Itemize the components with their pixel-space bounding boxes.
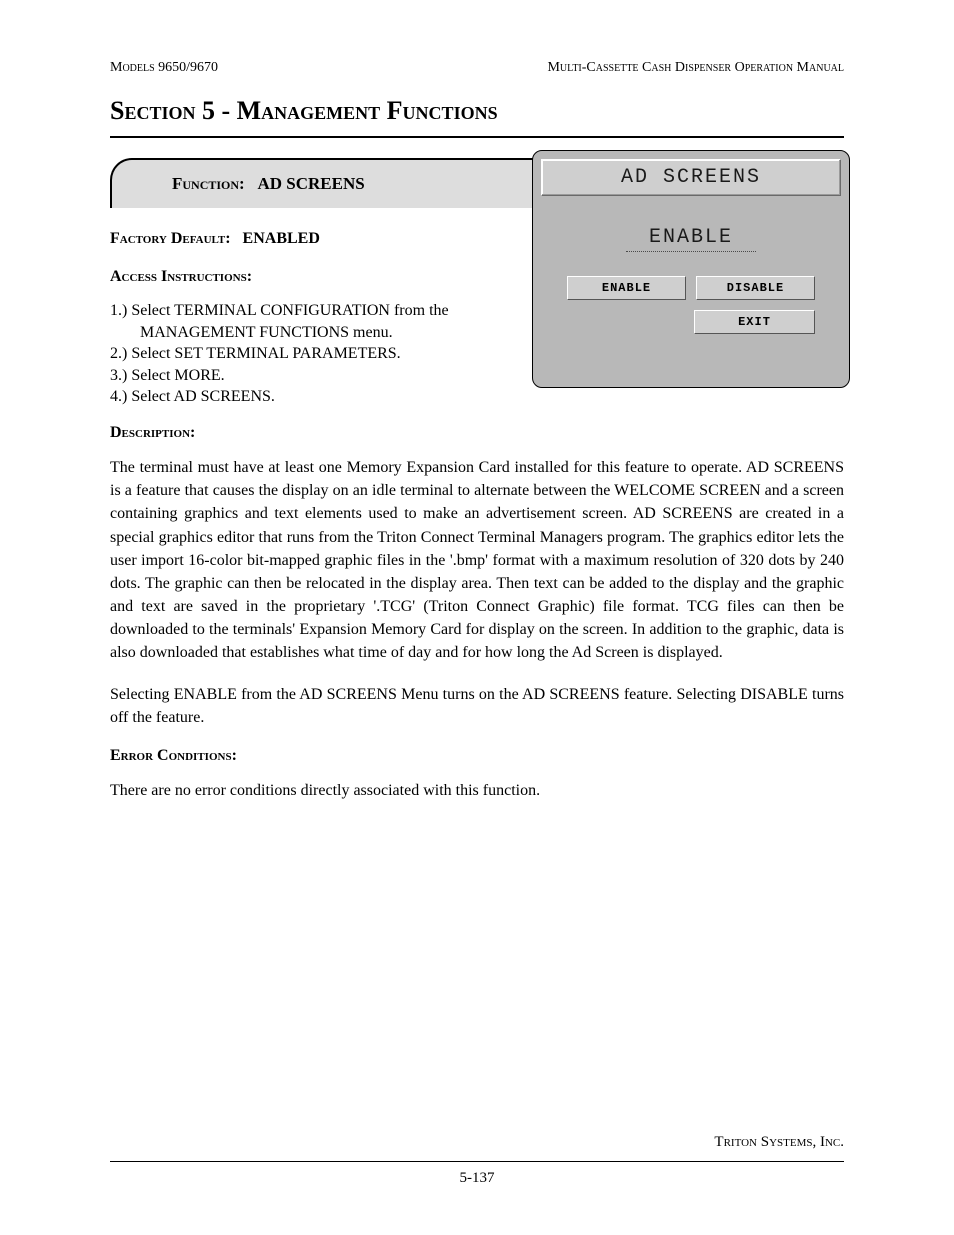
error-conditions-text: There are no error conditions directly a… (110, 779, 844, 802)
description-label: Description: (110, 424, 195, 441)
function-label: Function: (172, 174, 245, 193)
header-left: Models 9650/9670 (110, 60, 218, 76)
footer-page-number: 5-137 (110, 1170, 844, 1187)
description-paragraph-2: Selecting ENABLE from the AD SCREENS Men… (110, 683, 844, 729)
step-2: 2.) Select SET TERMINAL PARAMETERS. (110, 343, 510, 365)
function-name: AD SCREENS (257, 174, 364, 193)
access-instructions-label: Access Instructions: (110, 268, 252, 285)
factory-default-value: ENABLED (243, 230, 320, 247)
step-1: 1.) Select TERMINAL CONFIGURATION from t… (110, 300, 510, 343)
steps-list: 1.) Select TERMINAL CONFIGURATION from t… (110, 300, 510, 408)
description-paragraph-1: The terminal must have at least one Memo… (110, 456, 844, 665)
step-3: 3.) Select MORE. (110, 365, 510, 387)
factory-default-label: Factory Default: (110, 230, 231, 247)
terminal-disable-button[interactable]: DISABLE (696, 276, 815, 300)
terminal-enable-button[interactable]: ENABLE (567, 276, 686, 300)
header-right: Multi-Cassette Cash Dispenser Operation … (547, 60, 844, 76)
footer-divider (110, 1161, 844, 1162)
terminal-screenshot: AD SCREENS ENABLE ENABLE DISABLE EXIT (532, 150, 850, 388)
terminal-exit-button[interactable]: EXIT (694, 310, 815, 334)
footer-company: Triton Systems, Inc. (110, 1134, 844, 1151)
title-divider (110, 136, 844, 138)
section-title: Section 5 - Management Functions (110, 96, 844, 126)
step-4: 4.) Select AD SCREENS. (110, 386, 510, 408)
error-conditions-label: Error Conditions: (110, 747, 237, 764)
terminal-title: AD SCREENS (541, 159, 841, 196)
terminal-status: ENABLE (626, 226, 756, 252)
